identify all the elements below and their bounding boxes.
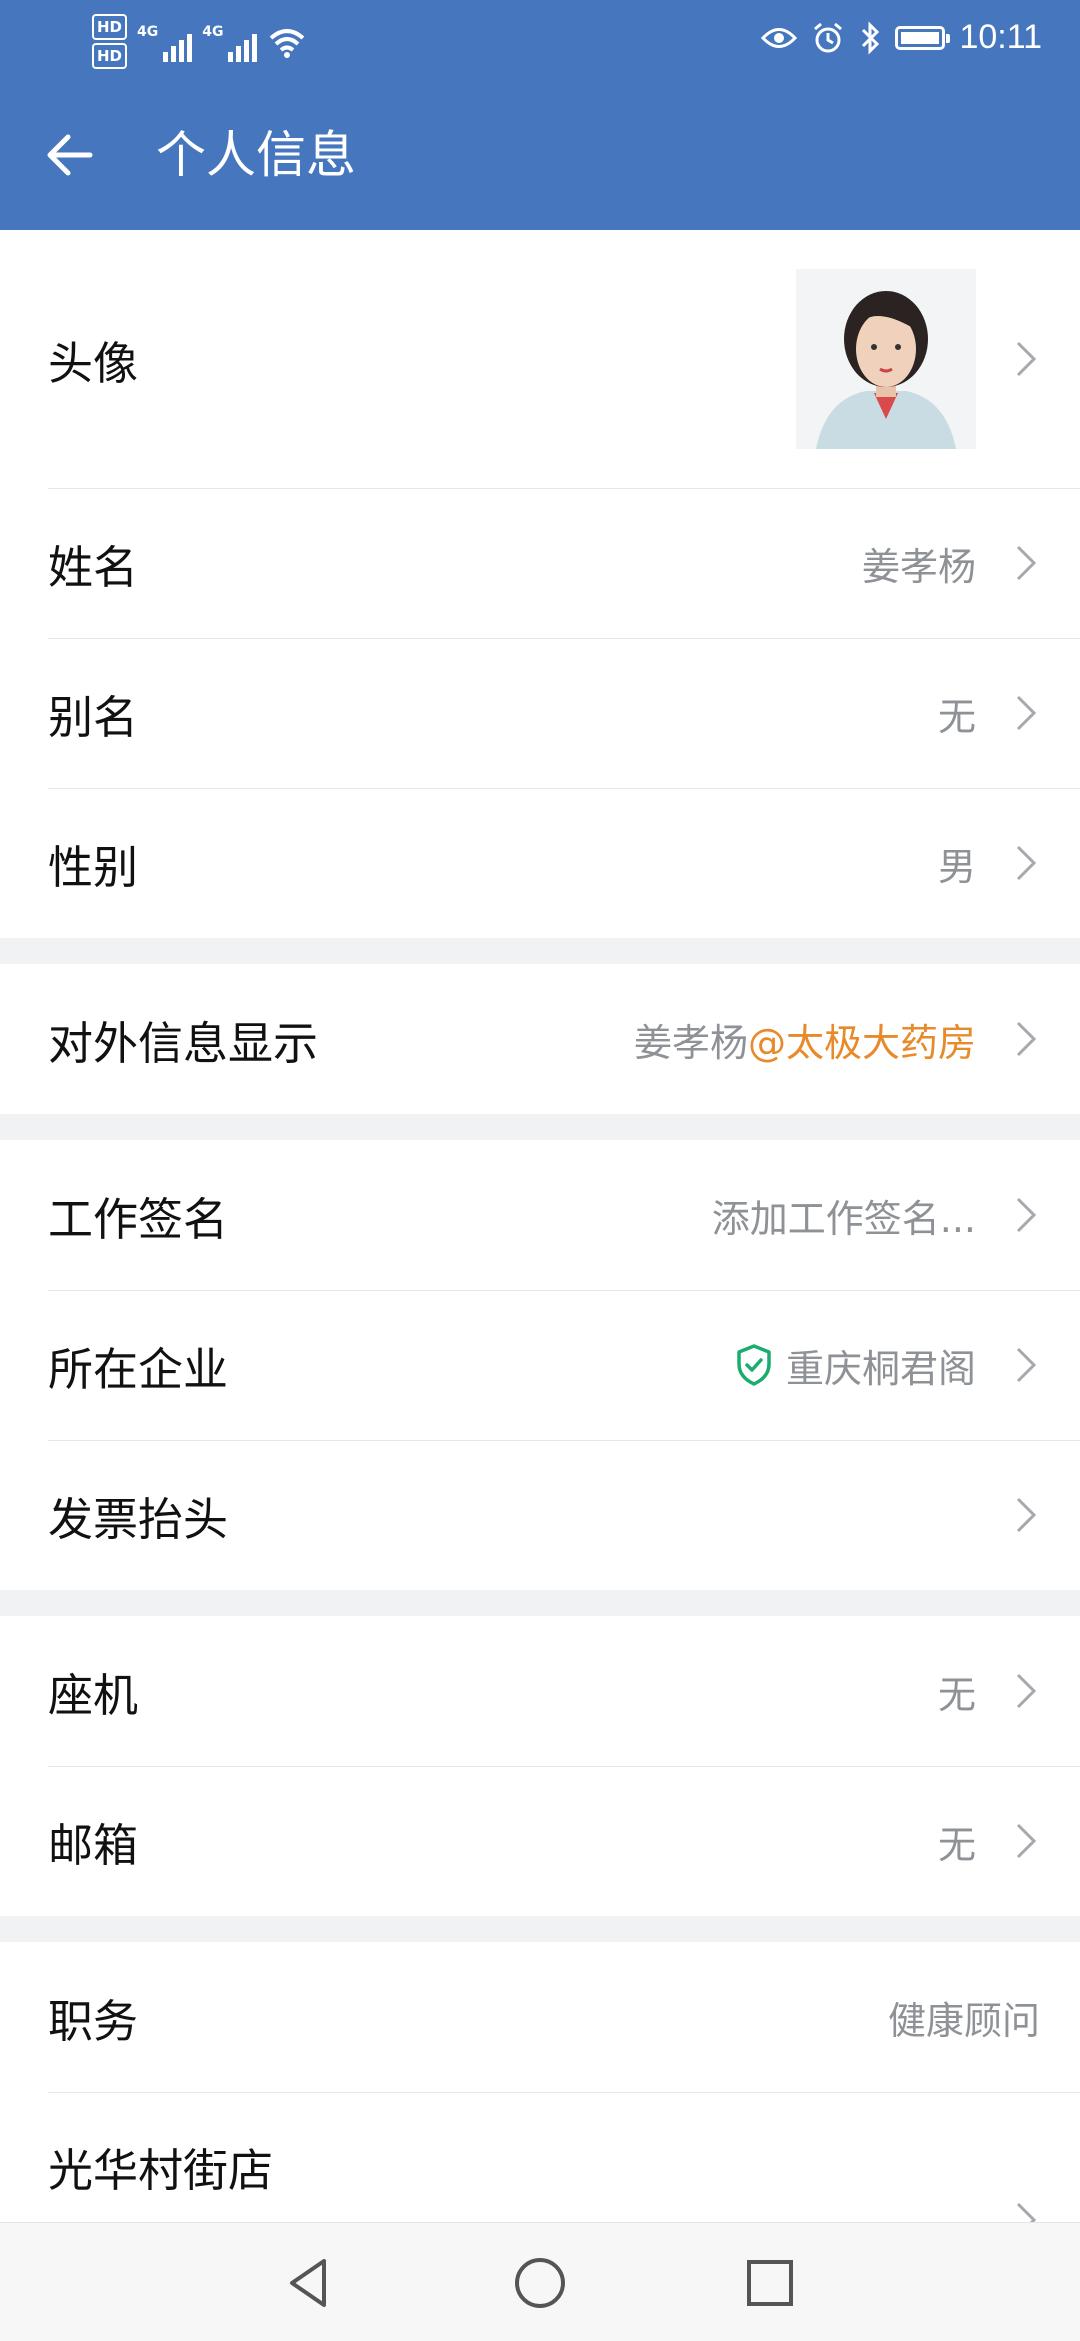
chevron-right-icon	[1016, 341, 1037, 377]
section-divider	[0, 1590, 1080, 1616]
row-gender[interactable]: 性别 男	[0, 788, 1080, 938]
chevron-right-icon	[1016, 1197, 1037, 1233]
row-value-signature: 添加工作签名...	[711, 1196, 976, 1241]
row-value-landline: 无	[937, 1672, 976, 1717]
row-value-company: 重庆桐君阁	[785, 1346, 976, 1391]
row-value-wrap-signature: 添加工作签名...	[712, 1140, 976, 1290]
avatar	[796, 269, 976, 449]
status-right: 10:11	[761, 18, 1042, 57]
eye-icon	[761, 27, 798, 48]
header-bar: 个人信息	[0, 80, 1080, 230]
row-value-name: 姜孝杨	[861, 544, 976, 589]
row-label-alias: 别名	[48, 690, 139, 744]
row-label-external: 对外信息显示	[48, 1016, 319, 1070]
row-avatar[interactable]: 头像	[0, 230, 1080, 488]
section-divider	[0, 1114, 1080, 1140]
row-external-display[interactable]: 对外信息显示 姜孝杨@太极大药房	[0, 964, 1080, 1114]
group-contact: 座机 无 邮箱 无	[0, 1616, 1080, 1916]
row-label-invoice: 发票抬头	[48, 1492, 229, 1546]
status-time: 10:11	[959, 18, 1042, 56]
external-name: 姜孝杨	[633, 1020, 748, 1065]
row-value-wrap-name: 姜孝杨	[862, 488, 976, 638]
avatar-photo-icon	[796, 269, 976, 449]
row-value-position: 健康顾问	[887, 1998, 1040, 2043]
chevron-right-icon	[1016, 1021, 1037, 1057]
hd-badges: HD HD	[92, 14, 128, 72]
row-label-gender: 性别	[48, 840, 139, 894]
chevron-right-icon	[1016, 1823, 1037, 1859]
row-name[interactable]: 姓名 姜孝杨	[0, 488, 1080, 638]
row-value-alias: 无	[937, 694, 976, 739]
row-label-landline: 座机	[48, 1668, 139, 1722]
chevron-right-icon	[1016, 545, 1037, 581]
row-value-wrap-gender: 男	[938, 788, 976, 938]
row-label-position: 职务	[48, 1994, 139, 2048]
nav-back-icon[interactable]	[280, 2253, 340, 2313]
bluetooth-icon	[862, 20, 880, 55]
row-value-gender: 男	[937, 844, 976, 889]
external-org: @太极大药房	[747, 1020, 976, 1065]
group-external: 对外信息显示 姜孝杨@太极大药房	[0, 964, 1080, 1114]
row-value-wrap-position: 健康顾问	[888, 1942, 1040, 2092]
hd-badge-2: HD	[92, 43, 128, 69]
row-label-avatar: 头像	[48, 336, 139, 390]
row-value-wrap-external: 姜孝杨@太极大药房	[634, 964, 976, 1114]
row-store[interactable]: 光华村街店	[0, 2092, 1080, 2238]
row-value-wrap-alias: 无	[938, 638, 976, 788]
row-value-wrap-landline: 无	[938, 1616, 976, 1766]
row-landline[interactable]: 座机 无	[0, 1616, 1080, 1766]
profile-list: 头像 姓名 姜孝杨 别名 无 性别 男 对外信息显示 姜孝杨@太极大药房 工作签…	[0, 230, 1080, 2238]
row-label-signature: 工作签名	[48, 1192, 229, 1246]
network-type-2: 4G	[202, 24, 224, 40]
signal-1-icon: 4G	[137, 24, 193, 62]
row-company[interactable]: 所在企业 重庆桐君阁	[0, 1290, 1080, 1440]
row-label-name: 姓名	[48, 540, 139, 594]
chevron-right-icon	[1016, 1497, 1037, 1533]
network-type-1: 4G	[137, 24, 159, 40]
status-bar: HD HD 4G 4G 10:11	[0, 0, 1080, 80]
page-title: 个人信息	[156, 126, 356, 184]
row-label-store: 光华村街店	[48, 2144, 274, 2197]
row-alias[interactable]: 别名 无	[0, 638, 1080, 788]
row-value-avatar	[796, 230, 976, 488]
back-arrow-icon[interactable]	[40, 125, 100, 185]
nav-home-icon[interactable]	[510, 2253, 570, 2313]
row-email[interactable]: 邮箱 无	[0, 1766, 1080, 1916]
section-divider	[0, 1916, 1080, 1942]
hd-badge-1: HD	[92, 14, 128, 40]
group-basic: 头像 姓名 姜孝杨 别名 无 性别 男	[0, 230, 1080, 938]
section-divider	[0, 938, 1080, 964]
chevron-right-icon	[1016, 1673, 1037, 1709]
wifi-icon	[270, 29, 305, 58]
chevron-right-icon	[1016, 1347, 1037, 1383]
row-value-wrap-email: 无	[938, 1766, 976, 1916]
nav-recents-icon[interactable]	[740, 2253, 800, 2313]
row-value-wrap-company: 重庆桐君阁	[734, 1290, 976, 1440]
group-position: 职务 健康顾问 光华村街店	[0, 1942, 1080, 2238]
row-value-external-name: 姜孝杨@太极大药房	[634, 1012, 976, 1067]
alarm-icon	[814, 22, 843, 52]
chevron-right-icon	[1016, 845, 1037, 881]
battery-icon	[895, 25, 951, 50]
group-work: 工作签名 添加工作签名... 所在企业 重庆桐君阁 发票抬头	[0, 1140, 1080, 1590]
row-label-company: 所在企业	[48, 1342, 229, 1396]
row-label-email: 邮箱	[48, 1818, 139, 1872]
row-position: 职务 健康顾问	[0, 1942, 1080, 2092]
row-signature[interactable]: 工作签名 添加工作签名...	[0, 1140, 1080, 1290]
system-nav-bar	[0, 2222, 1080, 2341]
status-left: HD HD 4G 4G	[92, 14, 307, 72]
chevron-right-icon	[1016, 695, 1037, 731]
signal-2-icon: 4G	[202, 24, 258, 62]
shield-check-icon	[737, 1344, 771, 1386]
row-invoice[interactable]: 发票抬头	[0, 1440, 1080, 1590]
row-value-email: 无	[937, 1822, 976, 1867]
